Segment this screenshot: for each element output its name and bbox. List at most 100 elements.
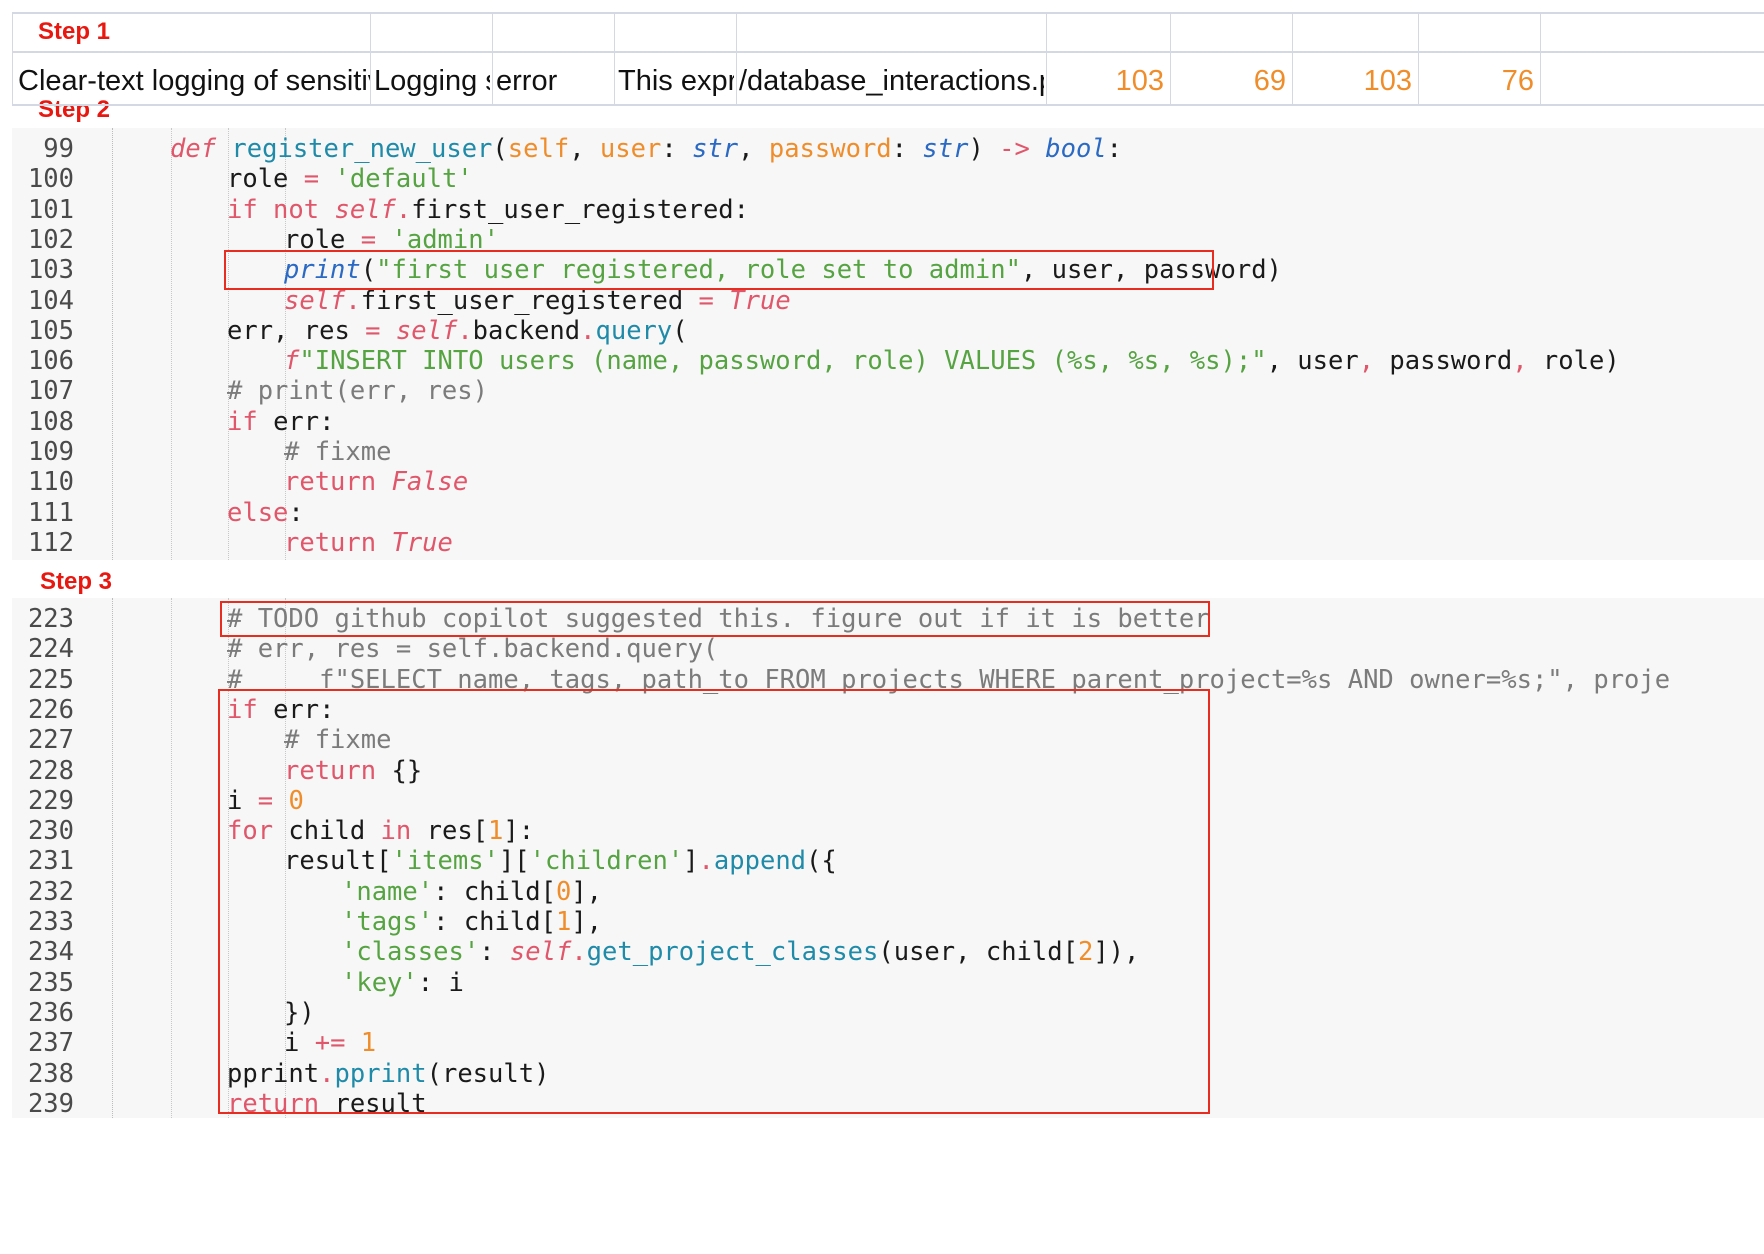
code-token: self: [334, 194, 396, 225]
line-number: 225: [27, 664, 74, 695]
code-token: return: [284, 527, 392, 558]
code-text[interactable]: if err:: [227, 405, 334, 439]
code-text[interactable]: # print(err, res): [227, 374, 488, 408]
code-line: 111 else:: [12, 496, 1764, 530]
code-token: else: [227, 497, 289, 528]
code-token: , user: [1266, 346, 1359, 377]
code-text[interactable]: if not self.first_user_registered:: [227, 193, 749, 227]
code-token: (: [492, 134, 508, 164]
code-line: 100 role = 'default': [12, 162, 1764, 196]
code-token: ,: [1512, 346, 1528, 377]
code-token: password: [1374, 346, 1513, 377]
code-line: 106 f"INSERT INTO users (name, password, …: [12, 344, 1764, 378]
cell-alert-description[interactable]: Logging sensitive information: [374, 64, 490, 98]
line-number: 105: [27, 315, 74, 346]
line-number: 112: [27, 527, 74, 558]
line-number: 234: [27, 937, 74, 968]
code-token: .: [345, 285, 361, 316]
highlight-print-password-line: [224, 250, 1214, 290]
code-text[interactable]: return True: [284, 526, 453, 560]
line-number: 99: [43, 134, 74, 164]
cell-message[interactable]: This expression logs sensitive data (pas…: [618, 64, 734, 98]
code-token: .: [580, 315, 596, 346]
line-number: 108: [27, 406, 74, 437]
cell-end-line[interactable]: 103: [1294, 64, 1412, 98]
code-line: 110 return False: [12, 465, 1764, 499]
code-text[interactable]: # fixme: [284, 435, 391, 469]
line-number: 235: [27, 967, 74, 998]
line-number: 229: [27, 785, 74, 816]
cell-start-line[interactable]: 103: [1048, 64, 1164, 98]
code-text[interactable]: f"INSERT INTO users (name, password, rol…: [284, 344, 1620, 378]
code-line: 101 if not self.first_user_registered:: [12, 193, 1764, 227]
code-token: # fixme: [284, 437, 392, 467]
code-token: :: [661, 134, 693, 164]
code-token: role): [1527, 346, 1620, 377]
line-number: 104: [27, 285, 74, 316]
code-token: self: [507, 134, 570, 164]
code-line: 108 if err:: [12, 405, 1764, 439]
code-token: # print(err, res): [227, 376, 488, 407]
line-number: 239: [27, 1088, 74, 1119]
code-token: def: [170, 134, 232, 164]
code-token: first_user_registered: [360, 285, 699, 316]
code-token: str: [922, 134, 969, 164]
line-number: 109: [27, 437, 74, 467]
code-token: :: [288, 497, 304, 528]
line-number: 101: [27, 194, 74, 225]
code-token: self: [284, 285, 346, 316]
code-line: 224 # err, res = self.backend.query(: [12, 632, 1764, 666]
code-token: True: [729, 285, 791, 316]
code-text[interactable]: # err, res = self.backend.query(: [227, 632, 718, 666]
code-text[interactable]: role = 'default': [227, 162, 473, 196]
code-text[interactable]: return False: [284, 465, 468, 499]
code-token: str: [692, 134, 739, 164]
line-number: 228: [27, 755, 74, 786]
highlight-error-handling-block: [218, 689, 1210, 1114]
line-number: 231: [27, 846, 74, 877]
line-number: 232: [27, 876, 74, 907]
code-token: 'default': [334, 164, 473, 195]
code-text[interactable]: else:: [227, 496, 304, 530]
code-text[interactable]: err, res = self.backend.query(: [227, 314, 688, 348]
line-number: 224: [27, 634, 74, 665]
cell-severity[interactable]: error: [496, 64, 612, 98]
code-token: (: [672, 315, 688, 346]
line-number: 102: [27, 224, 74, 255]
line-number: 238: [27, 1058, 74, 1089]
cell-end-column[interactable]: 76: [1420, 64, 1534, 98]
code-token: .: [395, 194, 412, 225]
line-number: 223: [27, 604, 74, 634]
cell-start-column[interactable]: 69: [1172, 64, 1286, 98]
line-number: 237: [27, 1028, 74, 1059]
code-token: if not: [227, 194, 335, 225]
code-panel-register-new-user: 99 def register_new_user(self, user: str,…: [12, 128, 1764, 560]
code-token: query: [595, 315, 673, 346]
line-number: 110: [27, 467, 74, 498]
code-token: .: [457, 315, 473, 346]
line-number: 227: [27, 725, 74, 756]
alert-spreadsheet: Clear-text logging of sensitive informat…: [12, 12, 1764, 106]
code-token: role: [227, 164, 304, 195]
line-number: 107: [27, 376, 74, 407]
code-token: ,: [1358, 346, 1375, 377]
code-token: # err, res = self.backend.query(: [227, 634, 719, 665]
code-token: register_new_user: [231, 134, 493, 164]
line-number: 233: [27, 907, 74, 937]
code-token: False: [391, 467, 469, 498]
code-token: first_user_registered:: [411, 194, 750, 225]
code-token: :: [891, 134, 923, 164]
code-text[interactable]: def register_new_user(self, user: str, p…: [170, 132, 1122, 166]
code-token: f: [284, 346, 300, 377]
code-line: 107 # print(err, res): [12, 374, 1764, 408]
code-token: if: [227, 406, 274, 437]
line-number: 236: [27, 997, 74, 1028]
cell-file-path[interactable]: /database_interactions.py: [739, 64, 1044, 98]
cell-alert-name[interactable]: Clear-text logging of sensitive informat…: [18, 64, 370, 98]
line-number: 111: [27, 497, 74, 528]
code-line: 112 return True: [12, 526, 1764, 560]
